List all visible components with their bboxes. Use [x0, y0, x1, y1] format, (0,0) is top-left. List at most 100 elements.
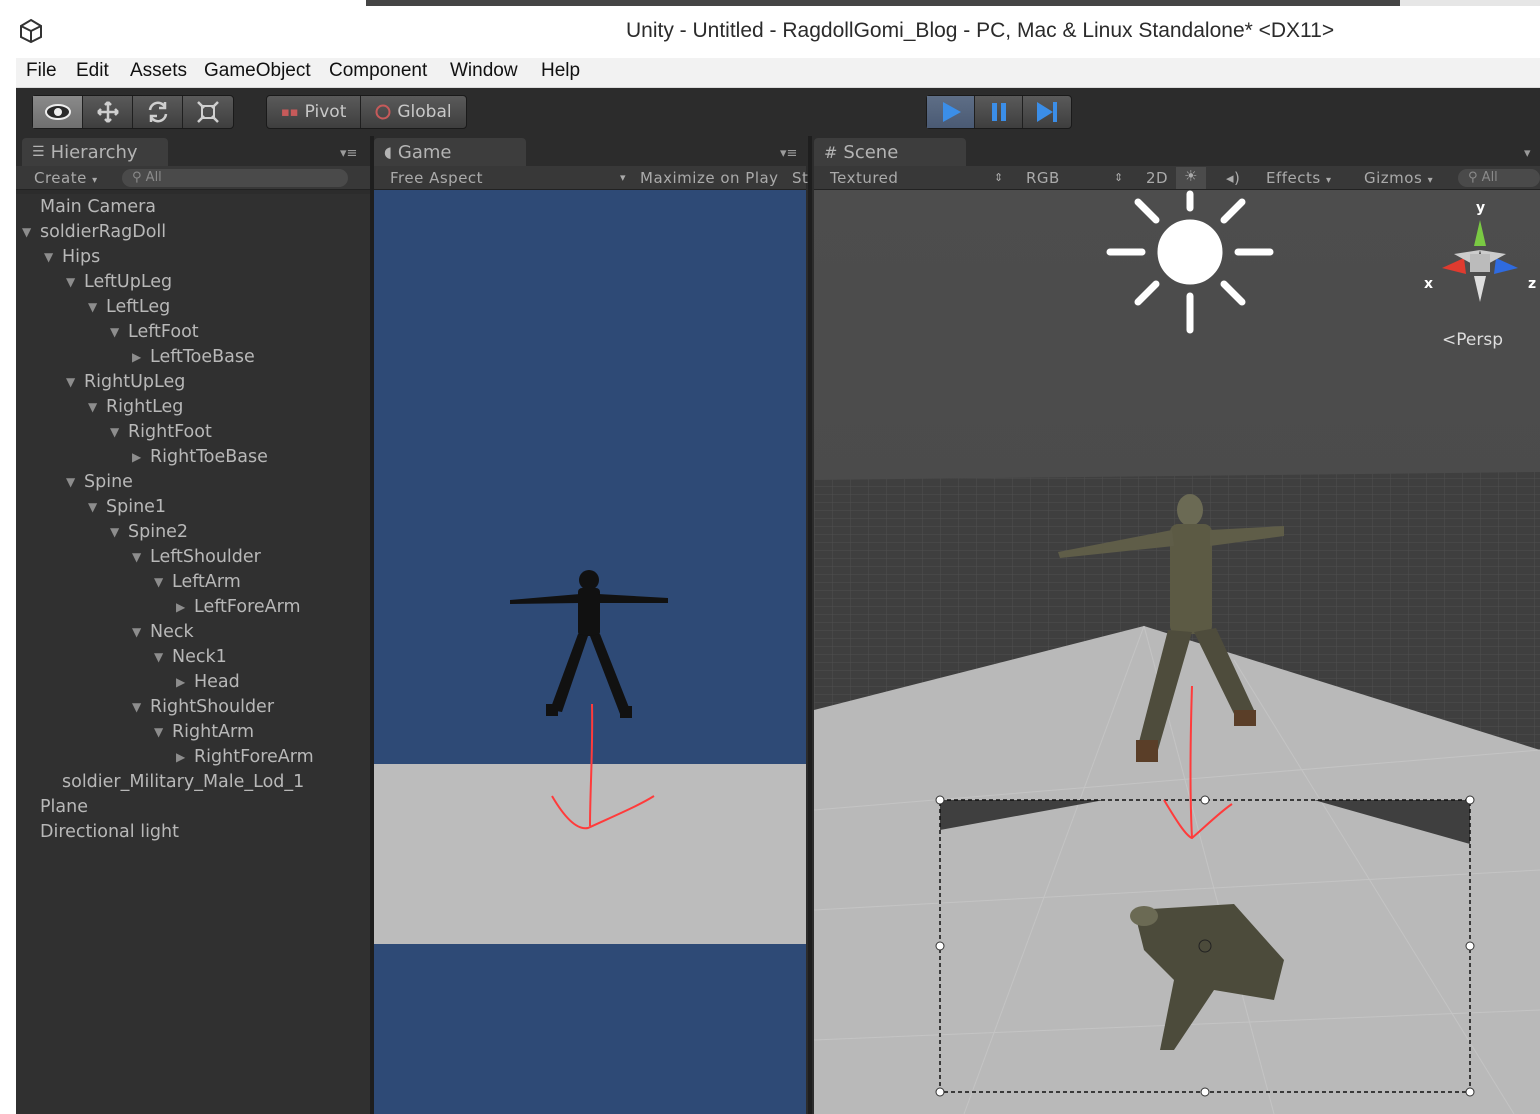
effects-dropdown[interactable]: Effects ▾	[1266, 169, 1332, 187]
hierarchy-item[interactable]: ▼ LeftShoulder	[132, 544, 261, 569]
lighting-toggle[interactable]: ☀	[1176, 167, 1206, 189]
tab-scene[interactable]: # Scene	[814, 138, 966, 166]
menu-component[interactable]: Component	[329, 60, 427, 82]
scene-search-input[interactable]: ⚲ All	[1458, 169, 1540, 187]
menu-window[interactable]: Window	[450, 60, 518, 82]
expand-triangle-right-icon[interactable]: ▶	[132, 450, 146, 464]
hierarchy-item-label: RightLeg	[106, 396, 184, 417]
hierarchy-item[interactable]: ▼ RightShoulder	[132, 694, 274, 719]
hierarchy-item[interactable]: ▼ LeftFoot	[110, 319, 199, 344]
menu-help[interactable]: Help	[541, 60, 580, 82]
hierarchy-item[interactable]: Directional light	[40, 819, 179, 844]
hierarchy-item[interactable]: ▼ Neck1	[154, 644, 227, 669]
expand-triangle-down-icon[interactable]: ▼	[22, 225, 36, 239]
mode-2d-toggle[interactable]: 2D	[1146, 169, 1168, 187]
scene-panel-menu-icon[interactable]: ▾	[1524, 146, 1531, 161]
pivot-toggle[interactable]: ▪▪ Pivot	[267, 96, 362, 128]
expand-triangle-right-icon[interactable]: ▶	[132, 350, 146, 364]
expand-triangle-down-icon[interactable]: ▼	[132, 625, 146, 639]
expand-triangle-down-icon[interactable]: ▼	[110, 525, 124, 539]
expand-triangle-down-icon[interactable]: ▼	[154, 650, 168, 664]
gizmos-dropdown[interactable]: Gizmos ▾	[1364, 169, 1433, 187]
game-panel-menu-icon[interactable]: ▾≡	[780, 146, 797, 161]
hierarchy-panel-menu-icon[interactable]: ▾≡	[340, 146, 357, 161]
hierarchy-item[interactable]: ▶ RightForeArm	[176, 744, 314, 769]
projection-toggle[interactable]: <Persp	[1442, 330, 1503, 350]
scene-search-placeholder: All	[1481, 170, 1498, 185]
mode-2d-label: 2D	[1146, 169, 1169, 187]
hierarchy-item-label: RightShoulder	[150, 696, 275, 717]
step-button[interactable]	[1023, 96, 1071, 128]
expand-triangle-down-icon[interactable]: ▼	[88, 300, 102, 314]
expand-triangle-down-icon[interactable]: ▼	[154, 575, 168, 589]
expand-triangle-down-icon[interactable]: ▼	[132, 550, 146, 564]
expand-triangle-down-icon[interactable]: ▼	[88, 500, 102, 514]
hierarchy-item[interactable]: ▼ Spine2	[110, 519, 188, 544]
hierarchy-item[interactable]: ▼ LeftLeg	[88, 294, 170, 319]
rotate-tool-button[interactable]	[133, 96, 183, 128]
chevron-down-icon: ▾	[620, 171, 627, 184]
hierarchy-item[interactable]: ▼ Spine	[66, 469, 133, 494]
expand-triangle-down-icon[interactable]: ▼	[110, 325, 124, 339]
hierarchy-item[interactable]: soldier_Military_Male_Lod_1	[62, 769, 304, 794]
expand-triangle-down-icon[interactable]: ▼	[66, 275, 80, 289]
expand-triangle-down-icon[interactable]: ▼	[44, 250, 58, 264]
expand-triangle-down-icon[interactable]: ▼	[154, 725, 168, 739]
hierarchy-item-label: Plane	[40, 796, 88, 817]
hierarchy-item[interactable]: Main Camera	[40, 194, 156, 219]
menu-edit[interactable]: Edit	[76, 60, 109, 82]
audio-toggle[interactable]: ◂)	[1226, 169, 1240, 187]
hierarchy-item[interactable]: ▶ LeftForeArm	[176, 594, 301, 619]
hierarchy-item[interactable]: ▼ RightArm	[154, 719, 254, 744]
expand-triangle-down-icon[interactable]: ▼	[88, 400, 102, 414]
menu-assets[interactable]: Assets	[130, 60, 187, 82]
hierarchy-item[interactable]: ▼ soldierRagDoll	[22, 219, 166, 244]
expand-triangle-down-icon[interactable]: ▼	[110, 425, 124, 439]
hierarchy-item[interactable]: ▼ RightLeg	[88, 394, 183, 419]
maximize-on-play-toggle[interactable]: Maximize on Play	[640, 169, 779, 187]
hierarchy-item-label: RightForeArm	[194, 746, 314, 767]
expand-triangle-right-icon[interactable]: ▶	[176, 675, 190, 689]
hierarchy-item-label: LeftUpLeg	[84, 271, 173, 292]
play-button[interactable]	[927, 96, 975, 128]
hierarchy-item[interactable]: ▼ LeftUpLeg	[66, 269, 172, 294]
move-tool-button[interactable]	[83, 96, 133, 128]
hierarchy-item[interactable]: ▶ Head	[176, 669, 240, 694]
hierarchy-item[interactable]: ▼ Hips	[44, 244, 100, 269]
scene-viewport[interactable]: y x z <Persp	[814, 190, 1540, 1114]
panel-divider-2[interactable]	[808, 136, 812, 1114]
color-mode-dropdown[interactable]: RGB	[1026, 169, 1060, 187]
menu-gameobject[interactable]: GameObject	[204, 60, 311, 82]
expand-triangle-right-icon[interactable]: ▶	[176, 600, 190, 614]
menu-file[interactable]: File	[26, 60, 57, 82]
hierarchy-item[interactable]: ▼ Spine1	[88, 494, 166, 519]
stats-toggle[interactable]: St	[792, 169, 808, 187]
game-viewport[interactable]	[374, 190, 806, 1114]
hierarchy-item-label: Neck	[150, 621, 194, 642]
global-toggle[interactable]: Global	[361, 96, 465, 128]
expand-triangle-right-icon[interactable]: ▶	[176, 750, 190, 764]
hierarchy-search-input[interactable]: ⚲ All	[122, 169, 348, 187]
hierarchy-item[interactable]: Plane	[40, 794, 88, 819]
expand-triangle-down-icon[interactable]: ▼	[66, 475, 80, 489]
aspect-dropdown[interactable]: Free Aspect	[390, 169, 483, 187]
hierarchy-item[interactable]: ▶ RightToeBase	[132, 444, 268, 469]
hierarchy-create-dropdown[interactable]: Create ▾	[34, 169, 98, 187]
hierarchy-search-placeholder: All	[145, 170, 162, 185]
hierarchy-item[interactable]: ▼ Neck	[132, 619, 194, 644]
expand-triangle-down-icon[interactable]: ▼	[132, 700, 146, 714]
render-mode-dropdown[interactable]: Textured	[830, 169, 898, 187]
scene-tab-label: Scene	[843, 141, 899, 163]
view-tool-button[interactable]	[33, 96, 83, 128]
tab-hierarchy[interactable]: ☰ Hierarchy	[22, 138, 168, 166]
expand-triangle-down-icon[interactable]: ▼	[66, 375, 80, 389]
pause-button[interactable]	[975, 96, 1023, 128]
hierarchy-item[interactable]: ▶ LeftToeBase	[132, 344, 255, 369]
hierarchy-item[interactable]: ▼ RightUpLeg	[66, 369, 185, 394]
gizmos-label: Gizmos	[1364, 169, 1423, 187]
hierarchy-item[interactable]: ▼ LeftArm	[154, 569, 241, 594]
scale-tool-button[interactable]	[183, 96, 233, 128]
hierarchy-item[interactable]: ▼ RightFoot	[110, 419, 212, 444]
hierarchy-item-label: RightUpLeg	[84, 371, 186, 392]
tab-game[interactable]: ◖ Game	[374, 138, 526, 166]
